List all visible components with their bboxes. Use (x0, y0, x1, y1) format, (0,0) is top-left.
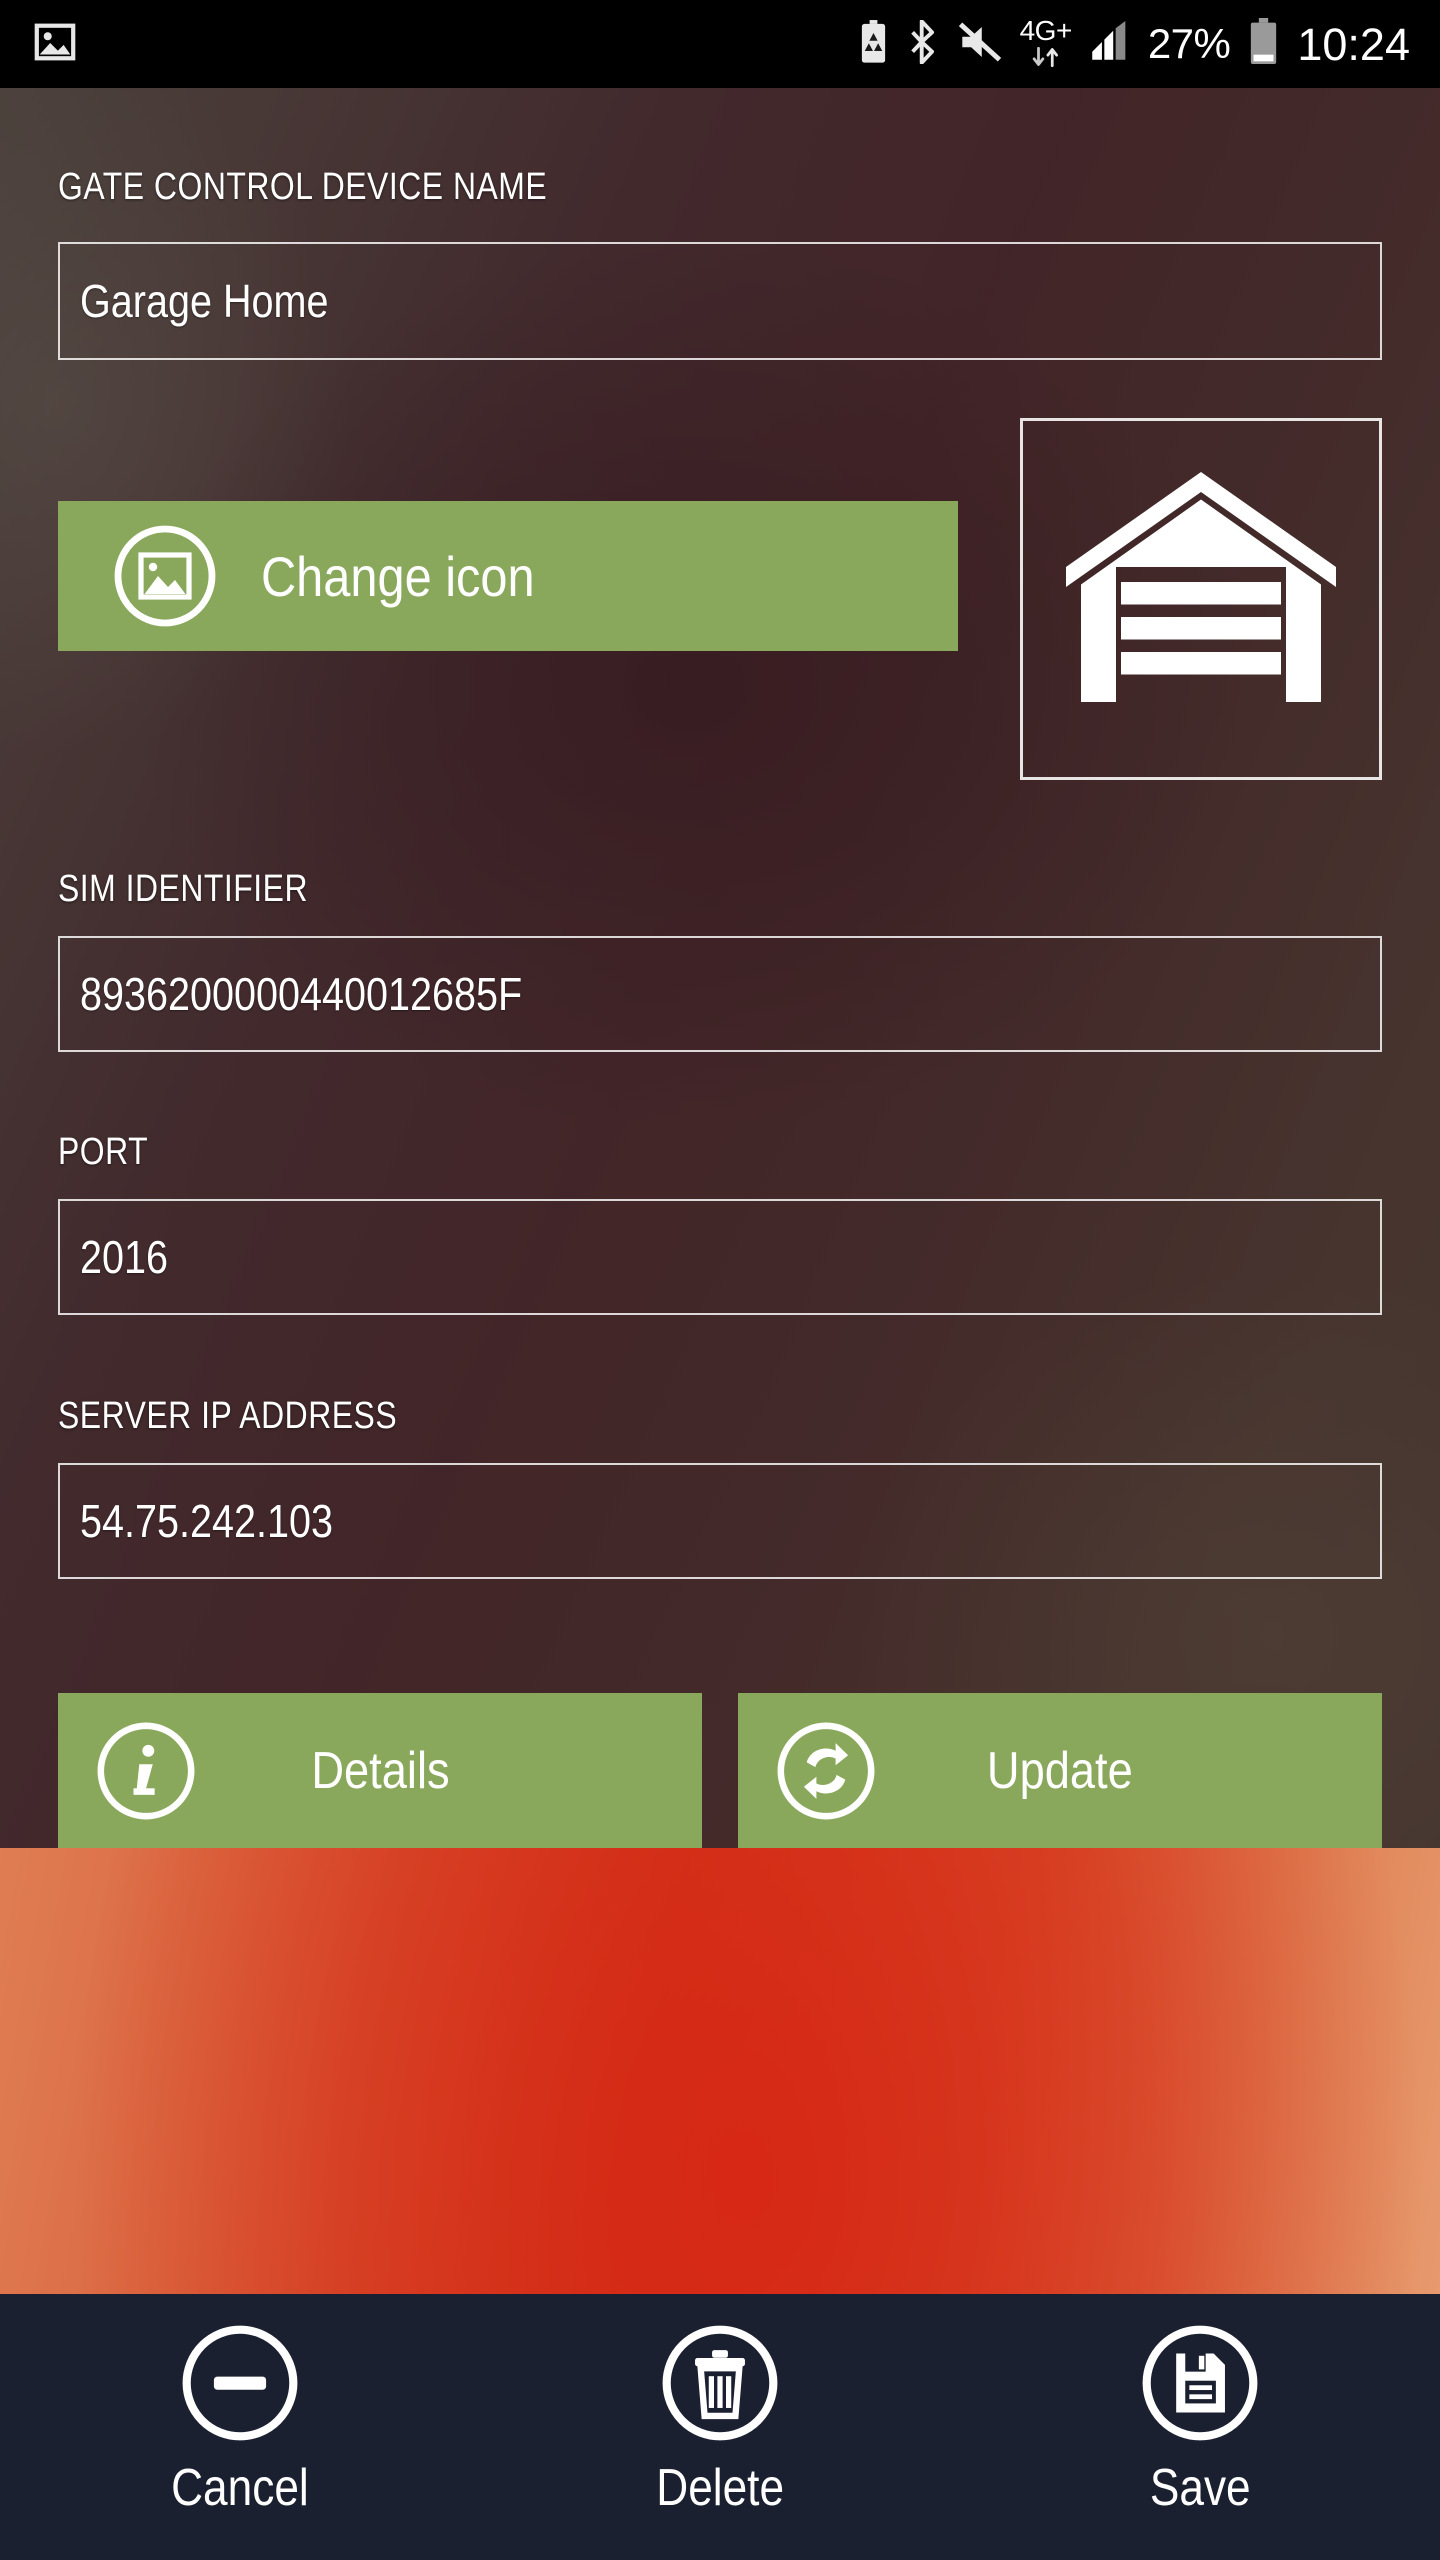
device-icon-preview[interactable] (1020, 418, 1382, 780)
trash-icon (661, 2324, 779, 2442)
device-name-input[interactable]: Garage Home (58, 242, 1382, 360)
settings-form: GATE CONTROL DEVICE NAME Garage Home Cha… (0, 88, 1440, 1848)
port-input[interactable]: 2016 (58, 1199, 1382, 1315)
data-transfer-icon (1028, 46, 1064, 71)
delete-button[interactable]: Delete (570, 2324, 870, 2518)
photo-icon (113, 524, 217, 628)
signal-bars-icon (1089, 20, 1131, 69)
clock-label: 10:24 (1297, 18, 1410, 70)
image-icon (32, 19, 78, 70)
info-icon (96, 1721, 196, 1821)
battery-saver-icon (858, 19, 889, 69)
bluetooth-icon (906, 18, 940, 69)
volume-mute-icon (957, 20, 1003, 69)
change-icon-button[interactable]: Change icon (58, 501, 958, 651)
status-bar-left-icons (32, 19, 78, 70)
floppy-disk-icon (1141, 2324, 1259, 2442)
delete-button-label: Delete (656, 2459, 784, 2517)
sim-identifier-label: SIM IDENTIFIER (58, 868, 309, 910)
update-button[interactable]: Update (738, 1693, 1382, 1848)
port-value: 2016 (80, 1231, 169, 1283)
garage-icon (1056, 471, 1346, 727)
network-type-group: 4G+ (1020, 17, 1072, 71)
change-icon-label: Change icon (261, 544, 535, 608)
device-name-value: Garage Home (80, 275, 329, 327)
phone-screen: 4G+ 27% 10:24 GATE CONTROL DEVICE NAME G… (0, 0, 1440, 2560)
server-ip-value: 54.75.242.103 (80, 1495, 333, 1547)
details-button[interactable]: Details (58, 1693, 702, 1848)
save-button-label: Save (1149, 2459, 1251, 2517)
network-type-label: 4G+ (1019, 15, 1073, 46)
cancel-button[interactable]: Cancel (90, 2324, 390, 2518)
cancel-button-label: Cancel (171, 2459, 309, 2517)
sim-identifier-value: 8936200000440012685F (80, 968, 523, 1020)
sync-icon (776, 1721, 876, 1821)
device-name-label: GATE CONTROL DEVICE NAME (58, 166, 548, 208)
battery-icon (1247, 17, 1280, 71)
server-ip-label: SERVER IP ADDRESS (58, 1395, 398, 1437)
bottom-navigation-bar: Cancel Delete Save (0, 2294, 1440, 2560)
battery-percent-label: 27% (1147, 20, 1231, 67)
server-ip-input[interactable]: 54.75.242.103 (58, 1463, 1382, 1579)
minus-circle-icon (181, 2324, 299, 2442)
save-button[interactable]: Save (1050, 2324, 1350, 2518)
action-buttons-row: Details Update (58, 1693, 1382, 1848)
status-bar-right-icons: 4G+ 27% 10:24 (858, 17, 1410, 71)
sim-identifier-input[interactable]: 8936200000440012685F (58, 936, 1382, 1052)
port-label: PORT (58, 1131, 149, 1173)
icon-selection-group: Change icon (58, 418, 1382, 780)
status-bar: 4G+ 27% 10:24 (0, 0, 1440, 88)
